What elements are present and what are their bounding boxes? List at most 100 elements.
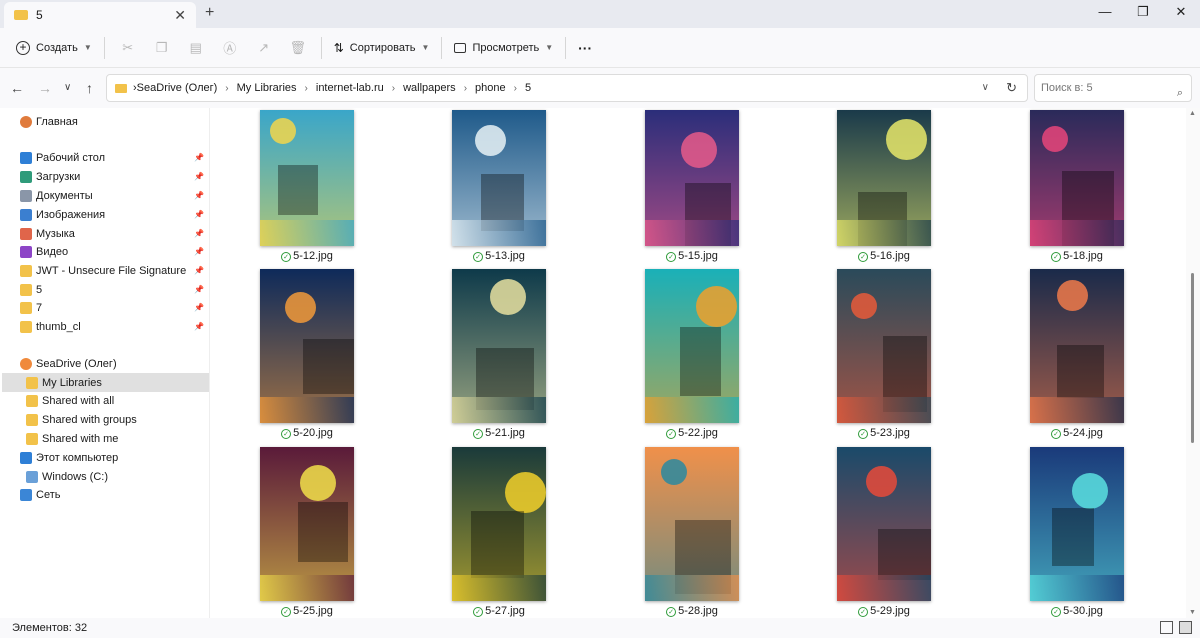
file-thumbnail[interactable]: ✓ 5-28.jpg <box>645 447 739 617</box>
address-history-chevron-icon[interactable]: ∨ <box>982 82 989 93</box>
ground-shape <box>837 575 931 601</box>
file-thumbnail[interactable]: ✓ 5-12.jpg <box>260 110 354 262</box>
sidebar-item-pictures[interactable]: Изображения 📌 <box>0 205 210 224</box>
scrollbar-thumb[interactable] <box>1191 273 1194 443</box>
folder-icon <box>115 83 127 93</box>
sidebar-item-music[interactable]: Музыка 📌 <box>0 224 210 243</box>
forward-arrow-icon[interactable]: → <box>38 80 52 96</box>
sidebar-item-my-libraries[interactable]: My Libraries <box>2 373 209 392</box>
file-thumbnail[interactable]: ✓ 5-30.jpg <box>1030 447 1124 617</box>
paste-icon[interactable]: ▤ <box>179 33 213 63</box>
file-thumbnail[interactable]: ✓ 5-22.jpg <box>645 269 739 439</box>
breadcrumb-wallpapers[interactable]: wallpapers › <box>403 82 475 94</box>
up-arrow-icon[interactable]: ↑ <box>86 80 93 96</box>
chevron-right-icon: › <box>225 82 229 94</box>
file-thumbnail[interactable]: ✓ 5-13.jpg <box>452 110 546 262</box>
recent-chevron-icon[interactable]: ∨ <box>64 82 71 93</box>
more-options-button[interactable]: ··· <box>572 33 598 63</box>
command-bar: + Создать ▼ ✂ ❐ ▤ Ⓐ ↗ 🗑 ⇅ Сортировать ▼ … <box>0 28 1200 68</box>
details-view-icon[interactable] <box>1160 621 1173 634</box>
file-caption: ✓ 5-23.jpg <box>819 427 949 439</box>
downloads-icon <box>20 170 32 183</box>
sidebar-item-videos[interactable]: Видео 📌 <box>0 242 210 261</box>
sidebar-item-desktop[interactable]: Рабочий стол 📌 <box>0 148 210 167</box>
sidebar-item-windows-c[interactable]: Windows (C:) <box>0 467 210 486</box>
file-thumbnail[interactable]: ✓ 5-18.jpg <box>1030 110 1124 262</box>
sidebar-item-label: Изображения <box>36 208 106 221</box>
sidebar-item-network[interactable]: Сеть <box>0 485 210 504</box>
breadcrumb-internet-lab[interactable]: internet-lab.ru › <box>316 82 403 94</box>
image-preview <box>837 269 931 423</box>
file-thumbnail[interactable]: ✓ 5-25.jpg <box>260 447 354 617</box>
divider <box>441 36 443 59</box>
title-bar: 5 ✕ + — ❐ ✕ <box>0 0 1200 28</box>
sidebar-item-downloads[interactable]: Загрузки 📌 <box>0 167 210 186</box>
pictures-icon <box>20 208 32 221</box>
delete-icon[interactable]: 🗑 <box>281 33 315 63</box>
refresh-icon[interactable]: ↻ <box>1006 80 1017 96</box>
rename-icon[interactable]: Ⓐ <box>213 33 247 63</box>
pin-icon: 📌 <box>194 285 204 294</box>
scroll-down-icon[interactable]: ▼ <box>1189 609 1196 616</box>
tab-close-icon[interactable]: ✕ <box>174 7 186 24</box>
sidebar-item-shared-with-all[interactable]: Shared with all <box>0 391 210 410</box>
pin-icon: 📌 <box>194 210 204 219</box>
address-row: ← → ∨ ↑ › SeaDrive (Олег) › My Libraries ›… <box>0 68 1200 108</box>
create-button[interactable]: + Создать ▼ <box>10 33 98 63</box>
file-caption: ✓ 5-25.jpg <box>242 605 372 617</box>
sidebar-item-this-pc[interactable]: Этот компьютер <box>0 448 210 467</box>
file-grid: ✓ 5-12.jpg ✓ 5-13.jpg ✓ 5-15.jpg ✓ 5-16.jpg ✓ 5-1… <box>211 108 1186 618</box>
file-thumbnail[interactable]: ✓ 5-15.jpg <box>645 110 739 262</box>
sidebar-item-label: Windows (C:) <box>42 470 109 483</box>
planet-shape <box>475 125 506 156</box>
search-input[interactable]: Поиск в: 5 ⌕ <box>1034 74 1192 102</box>
sidebar-item-shared-with-me[interactable]: Shared with me <box>0 429 210 448</box>
sort-button[interactable]: ⇅ Сортировать ▼ <box>328 33 436 63</box>
scroll-up-icon[interactable]: ▲ <box>1189 110 1196 117</box>
sidebar-item-thumb-cl[interactable]: thumb_cl 📌 <box>0 317 210 336</box>
file-caption: ✓ 5-12.jpg <box>242 250 372 262</box>
file-name: 5-22.jpg <box>678 427 718 439</box>
file-thumbnail[interactable]: ✓ 5-16.jpg <box>837 110 931 262</box>
back-arrow-icon[interactable]: ← <box>10 80 24 96</box>
sidebar-item-label: SeaDrive (Олег) <box>36 357 117 370</box>
file-thumbnail[interactable]: ✓ 5-23.jpg <box>837 269 931 439</box>
maximize-button[interactable]: ❐ <box>1124 0 1162 28</box>
file-thumbnail[interactable]: ✓ 5-27.jpg <box>452 447 546 617</box>
large-icons-view-icon[interactable] <box>1179 621 1192 634</box>
file-thumbnail[interactable]: ✓ 5-24.jpg <box>1030 269 1124 439</box>
vertical-scrollbar[interactable]: ▲ ▼ <box>1186 108 1200 618</box>
sidebar-item-jwt-folder[interactable]: JWT - Unsecure File Signature 📌 <box>0 261 210 280</box>
file-caption: ✓ 5-16.jpg <box>819 250 949 262</box>
new-tab-button[interactable]: + <box>205 4 214 22</box>
copy-icon[interactable]: ❐ <box>145 33 179 63</box>
file-caption: ✓ 5-27.jpg <box>434 605 564 617</box>
file-thumbnail[interactable]: ✓ 5-20.jpg <box>260 269 354 439</box>
sidebar-item-label: Сеть <box>36 488 61 501</box>
minimize-button[interactable]: — <box>1086 0 1124 28</box>
file-caption: ✓ 5-18.jpg <box>1012 250 1142 262</box>
file-thumbnail[interactable]: ✓ 5-29.jpg <box>837 447 931 617</box>
breadcrumb-5[interactable]: 5 <box>525 82 531 94</box>
sidebar-item-home[interactable]: Главная <box>0 112 210 131</box>
view-label: Просмотреть <box>472 41 540 54</box>
breadcrumb-my-libraries[interactable]: My Libraries › <box>237 82 316 94</box>
cut-icon[interactable]: ✂ <box>111 33 145 63</box>
close-window-button[interactable]: ✕ <box>1162 0 1200 28</box>
breadcrumb-seadrive[interactable]: SeaDrive (Олег) › <box>137 82 237 94</box>
sidebar-item-folder-5[interactable]: 5 📌 <box>0 280 210 299</box>
share-icon[interactable]: ↗ <box>247 33 281 63</box>
sidebar-item-documents[interactable]: Документы 📌 <box>0 186 210 205</box>
sidebar-item-seadrive[interactable]: SeaDrive (Олег) <box>0 354 210 373</box>
sidebar-item-shared-with-groups[interactable]: Shared with groups <box>0 410 210 429</box>
pin-icon: 📌 <box>194 322 204 331</box>
navigation-pane: Главная Рабочий стол 📌 Загрузки 📌 Документы 📌 И… <box>0 108 210 618</box>
breadcrumb-phone[interactable]: phone › <box>475 82 525 94</box>
tab-folder-5[interactable]: 5 ✕ <box>4 2 196 28</box>
file-thumbnail[interactable]: ✓ 5-21.jpg <box>452 269 546 439</box>
view-button[interactable]: Просмотреть ▼ <box>448 33 559 63</box>
structure-shape <box>298 502 348 562</box>
address-bar[interactable]: › SeaDrive (Олег) › My Libraries › interne… <box>106 74 1028 102</box>
sidebar-item-folder-7[interactable]: 7 📌 <box>0 298 210 317</box>
sidebar-item-label: Документы <box>36 189 93 202</box>
